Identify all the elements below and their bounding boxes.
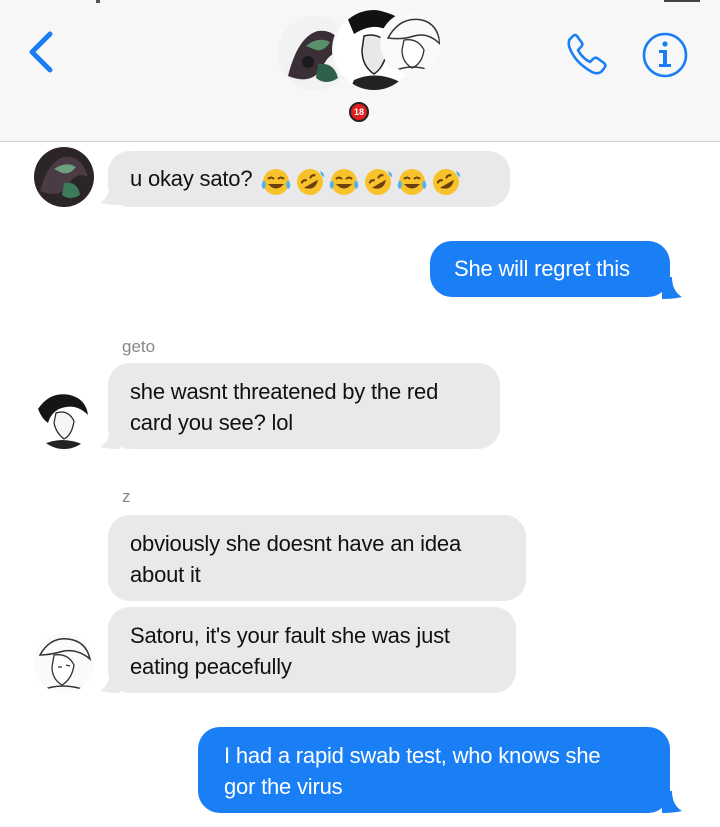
rolling-on-floor-laughing-icon (433, 169, 461, 196)
avatar[interactable] (34, 147, 94, 207)
message-text: u okay sato? (130, 166, 253, 191)
rolling-on-floor-laughing-icon (365, 169, 393, 196)
message-text-line: she wasnt threatened by the red (130, 379, 439, 404)
emoji-row (258, 165, 462, 196)
phone-icon (567, 33, 607, 75)
face-with-tears-of-joy-icon (329, 169, 359, 196)
message-text-line: eating peacefully (130, 654, 292, 679)
chevron-left-icon (29, 31, 53, 73)
group-avatar-3 (380, 12, 442, 74)
info-icon (642, 32, 688, 78)
message-bubble[interactable]: I had a rapid swab test, who knows she g… (198, 727, 670, 813)
info-button[interactable] (640, 30, 690, 80)
phone-button[interactable] (562, 30, 612, 80)
age-badge: 18 (349, 102, 369, 122)
message-text-line: card you see? lol (130, 410, 293, 435)
status-bar-mark (664, 0, 700, 2)
message-bubble[interactable]: u okay sato? (108, 151, 510, 207)
message-list[interactable]: u okay sato? She will regret this geto s… (0, 143, 720, 827)
message-bubble[interactable]: She will regret this (430, 241, 670, 297)
face-with-tears-of-joy-icon (261, 169, 291, 196)
bubble-tail (662, 791, 682, 813)
message-bubble[interactable]: obviously she doesnt have an idea about … (108, 515, 526, 601)
chat-header: 18 (0, 0, 720, 142)
group-avatars[interactable] (276, 8, 446, 92)
avatar[interactable] (34, 633, 94, 693)
message-text: She will regret this (454, 256, 630, 281)
message-text-line: about it (130, 562, 201, 587)
face-with-tears-of-joy-icon (397, 169, 427, 196)
bubble-tail (662, 277, 682, 299)
status-bar-mark (96, 0, 100, 3)
sender-name: z (122, 487, 131, 506)
message-text-line: Satoru, it's your fault she was just (130, 623, 450, 648)
avatar[interactable] (34, 389, 94, 449)
message-bubble[interactable]: Satoru, it's your fault she was just eat… (108, 607, 516, 693)
message-text-line: gor the virus (224, 774, 343, 799)
back-button[interactable] (22, 28, 62, 76)
sender-name: geto (122, 337, 156, 356)
message-bubble[interactable]: she wasnt threatened by the red card you… (108, 363, 500, 449)
message-text-line: I had a rapid swab test, who knows she (224, 743, 601, 768)
message-text-line: obviously she doesnt have an idea (130, 531, 461, 556)
rolling-on-floor-laughing-icon (297, 169, 325, 196)
